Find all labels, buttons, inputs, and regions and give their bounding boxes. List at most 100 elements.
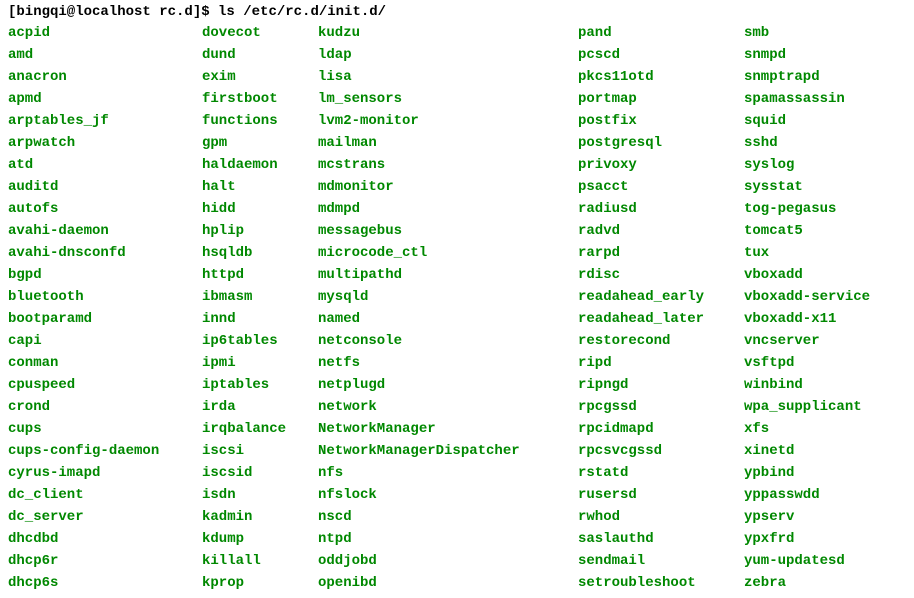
ls-entry: radiusd: [578, 198, 732, 220]
ls-entry: privoxy: [578, 154, 732, 176]
ls-entry: atd: [8, 154, 190, 176]
ls-entry: kprop: [202, 572, 306, 594]
ls-entry: tomcat5: [744, 220, 904, 242]
ls-entry: amd: [8, 44, 190, 66]
ls-entry: httpd: [202, 264, 306, 286]
ls-entry: arptables_jf: [8, 110, 190, 132]
ls-entry: ypxfrd: [744, 528, 904, 550]
ls-entry: xfs: [744, 418, 904, 440]
ls-entry: netconsole: [318, 330, 566, 352]
ls-entry: innd: [202, 308, 306, 330]
ls-entry: cpuspeed: [8, 374, 190, 396]
ls-entry: iptables: [202, 374, 306, 396]
ls-entry: anacron: [8, 66, 190, 88]
ls-entry: pkcs11otd: [578, 66, 732, 88]
ls-entry: sysstat: [744, 176, 904, 198]
ls-column-2: dovecot dund exim firstboot functions gp…: [202, 22, 306, 594]
ls-entry: winbind: [744, 374, 904, 396]
ls-entry: haldaemon: [202, 154, 306, 176]
ls-entry: auditd: [8, 176, 190, 198]
ls-entry: netfs: [318, 352, 566, 374]
ls-entry: vsftpd: [744, 352, 904, 374]
ls-entry: ip6tables: [202, 330, 306, 352]
ls-entry: postfix: [578, 110, 732, 132]
ls-entry: lisa: [318, 66, 566, 88]
ls-entry: gpm: [202, 132, 306, 154]
ls-entry: isdn: [202, 484, 306, 506]
ls-entry: tux: [744, 242, 904, 264]
ls-entry: halt: [202, 176, 306, 198]
ls-entry: irqbalance: [202, 418, 306, 440]
ls-entry: crond: [8, 396, 190, 418]
ls-column-4: pand pcscd pkcs11otd portmap postfix pos…: [578, 22, 732, 594]
ls-entry: ibmasm: [202, 286, 306, 308]
ls-entry: functions: [202, 110, 306, 132]
ls-entry: nfs: [318, 462, 566, 484]
ls-entry: hsqldb: [202, 242, 306, 264]
ls-entry: restorecond: [578, 330, 732, 352]
ls-entry: hidd: [202, 198, 306, 220]
ls-entry: rpcidmapd: [578, 418, 732, 440]
ls-entry: capi: [8, 330, 190, 352]
ls-entry: cups: [8, 418, 190, 440]
ls-entry: pcscd: [578, 44, 732, 66]
ls-entry: iscsi: [202, 440, 306, 462]
ls-entry: rdisc: [578, 264, 732, 286]
ls-entry: avahi-daemon: [8, 220, 190, 242]
ls-entry: oddjobd: [318, 550, 566, 572]
ls-entry: dund: [202, 44, 306, 66]
ls-entry: bluetooth: [8, 286, 190, 308]
ls-entry: mailman: [318, 132, 566, 154]
ls-entry: vboxadd-x11: [744, 308, 904, 330]
ls-entry: pand: [578, 22, 732, 44]
ls-entry: ypserv: [744, 506, 904, 528]
ls-entry: mysqld: [318, 286, 566, 308]
ls-entry: autofs: [8, 198, 190, 220]
ls-entry: dhcp6r: [8, 550, 190, 572]
ls-entry: avahi-dnsconfd: [8, 242, 190, 264]
ls-entry: dc_client: [8, 484, 190, 506]
ls-entry: kudzu: [318, 22, 566, 44]
ls-entry: mdmpd: [318, 198, 566, 220]
ls-entry: saslauthd: [578, 528, 732, 550]
ls-entry: readahead_early: [578, 286, 732, 308]
ls-entry: mdmonitor: [318, 176, 566, 198]
ls-entry: rwhod: [578, 506, 732, 528]
ls-entry: portmap: [578, 88, 732, 110]
ls-entry: rpcgssd: [578, 396, 732, 418]
ls-entry: zebra: [744, 572, 904, 594]
ls-entry: named: [318, 308, 566, 330]
ls-entry: vncserver: [744, 330, 904, 352]
ls-entry: sendmail: [578, 550, 732, 572]
ls-entry: rarpd: [578, 242, 732, 264]
ls-entry: network: [318, 396, 566, 418]
ls-entry: ripd: [578, 352, 732, 374]
ls-entry: psacct: [578, 176, 732, 198]
ls-entry: NetworkManagerDispatcher: [318, 440, 566, 462]
ls-column-1: acpid amd anacron apmd arptables_jf arpw…: [8, 22, 190, 594]
ls-entry: ripngd: [578, 374, 732, 396]
ls-entry: conman: [8, 352, 190, 374]
ls-entry: yppasswdd: [744, 484, 904, 506]
ls-entry: multipathd: [318, 264, 566, 286]
ls-entry: vboxadd: [744, 264, 904, 286]
ls-entry: killall: [202, 550, 306, 572]
ls-entry: kdump: [202, 528, 306, 550]
ls-entry: exim: [202, 66, 306, 88]
ls-entry: rpcsvcgssd: [578, 440, 732, 462]
ls-entry: dc_server: [8, 506, 190, 528]
ls-entry: spamassassin: [744, 88, 904, 110]
ls-entry: firstboot: [202, 88, 306, 110]
ls-entry: readahead_later: [578, 308, 732, 330]
ls-entry: setroubleshoot: [578, 572, 732, 594]
shell-prompt: [bingqi@localhost rc.d]$ ls /etc/rc.d/in…: [8, 4, 906, 20]
ls-entry: iscsid: [202, 462, 306, 484]
ls-entry: bgpd: [8, 264, 190, 286]
ls-entry: lm_sensors: [318, 88, 566, 110]
ls-column-3: kudzu ldap lisa lm_sensors lvm2-monitor …: [318, 22, 566, 594]
ls-entry: syslog: [744, 154, 904, 176]
ls-output: acpid amd anacron apmd arptables_jf arpw…: [8, 22, 906, 594]
ls-entry: nscd: [318, 506, 566, 528]
ls-entry: apmd: [8, 88, 190, 110]
ls-entry: dhcp6s: [8, 572, 190, 594]
